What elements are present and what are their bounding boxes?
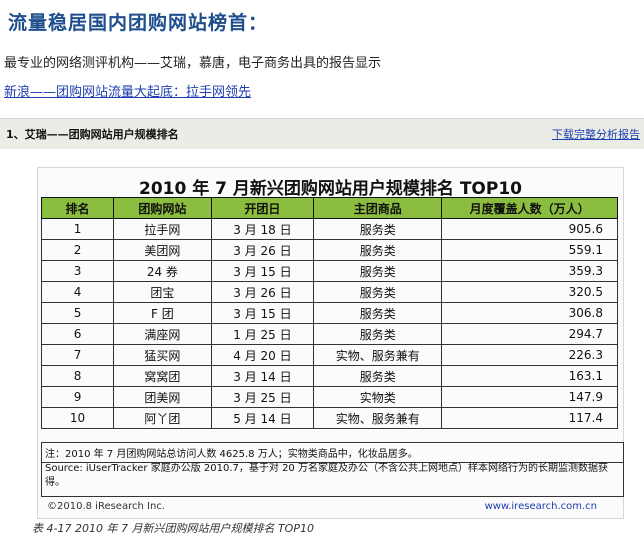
cell-site: 24 券 (113, 260, 212, 282)
cell-site: 阿丫团 (113, 407, 212, 429)
cell-site: 团宝 (113, 281, 212, 303)
table-row: 10 阿丫团 5 月 14 日实物、服务兼有 117.4 (40, 407, 618, 429)
header-monthly-reach: 月度覆盖人数（万人） (441, 197, 618, 219)
cell-main-goods: 服务类 (313, 365, 443, 387)
cell-site: 团美网 (113, 386, 212, 408)
cell-monthly-reach: 163.1 (441, 365, 618, 387)
cell-launch-date: 3 月 26 日 (210, 281, 315, 303)
table-row: 7 猛买网 4 月 20 日实物、服务兼有 226.3 (40, 344, 618, 366)
cell-launch-date: 3 月 14 日 (210, 365, 315, 387)
cell-launch-date: 1 月 25 日 (210, 323, 315, 345)
figure-caption: 表 4-17 2010 年 7 月新兴团购网站用户规模排名 TOP10 (32, 522, 314, 535)
header-launch-date: 开团日 (210, 197, 315, 219)
cell-site: 窝窝团 (113, 365, 212, 387)
website-url: www.iresearch.com.cn (484, 501, 597, 512)
cell-monthly-reach: 147.9 (441, 386, 618, 408)
table-row: 9 团美网 3 月 25 日实物类 147.9 (40, 386, 618, 408)
cell-rank: 9 (40, 386, 115, 408)
cell-launch-date: 3 月 18 日 (210, 218, 315, 240)
cell-launch-date: 4 月 20 日 (210, 344, 315, 366)
cell-main-goods: 服务类 (313, 323, 443, 345)
cell-site: 满座网 (113, 323, 212, 345)
table-row: 4 团宝 3 月 26 日服务类 320.5 (40, 281, 618, 303)
section-bar: 1、艾瑞——团购网站用户规模排名 下载完整分析报告 (0, 118, 644, 149)
header-site: 团购网站 (113, 197, 212, 219)
ranking-table: 排名 团购网站 开团日 主团商品 月度覆盖人数（万人） 1 拉手网 3 月 18 日… (40, 197, 618, 429)
cell-rank: 10 (40, 407, 115, 429)
ranking-figure: 2010 年 7 月新兴团购网站用户规模排名 TOP10 排名 团购网站 开团日… (37, 167, 624, 519)
table-row: 8 窝窝团 3 月 14 日服务类 163.1 (40, 365, 618, 387)
cell-rank: 7 (40, 344, 115, 366)
cell-site: 猛买网 (113, 344, 212, 366)
cell-rank: 2 (40, 239, 115, 261)
cell-main-goods: 服务类 (313, 260, 443, 282)
cell-main-goods: 服务类 (313, 281, 443, 303)
cell-rank: 4 (40, 281, 115, 303)
cell-monthly-reach: 905.6 (441, 218, 618, 240)
cell-monthly-reach: 559.1 (441, 239, 618, 261)
cell-monthly-reach: 294.7 (441, 323, 618, 345)
cell-rank: 1 (40, 218, 115, 240)
cell-launch-date: 3 月 26 日 (210, 239, 315, 261)
header-rank: 排名 (40, 197, 115, 219)
cell-rank: 8 (40, 365, 115, 387)
table-row: 1 拉手网 3 月 18 日服务类 905.6 (40, 218, 618, 240)
cell-monthly-reach: 306.8 (441, 302, 618, 324)
cell-monthly-reach: 359.3 (441, 260, 618, 282)
cell-monthly-reach: 117.4 (441, 407, 618, 429)
header-main-goods: 主团商品 (313, 197, 443, 219)
page-title: 流量稳居国内团购网站榜首： (8, 12, 269, 34)
table-row: 3 24 券3 月 15 日服务类 359.3 (40, 260, 618, 282)
table-row: 2 美团网 3 月 26 日服务类 559.1 (40, 239, 618, 261)
cell-rank: 3 (40, 260, 115, 282)
cell-main-goods: 服务类 (313, 302, 443, 324)
copyright: ©2010.8 iResearch Inc. (47, 501, 165, 512)
cell-main-goods: 实物、服务兼有 (313, 407, 443, 429)
cell-site: 美团网 (113, 239, 212, 261)
cell-site: 拉手网 (113, 218, 212, 240)
cell-rank: 6 (40, 323, 115, 345)
cell-launch-date: 3 月 15 日 (210, 260, 315, 282)
cell-monthly-reach: 226.3 (441, 344, 618, 366)
cell-main-goods: 服务类 (313, 218, 443, 240)
section-title: 1、艾瑞——团购网站用户规模排名 (6, 128, 179, 141)
cell-launch-date: 3 月 25 日 (210, 386, 315, 408)
cell-site: F 团 (113, 302, 212, 324)
table-row: 6 满座网 1 月 25 日服务类 294.7 (40, 323, 618, 345)
cell-launch-date: 3 月 15 日 (210, 302, 315, 324)
table-header-row: 排名 团购网站 开团日 主团商品 月度覆盖人数（万人） (40, 197, 618, 219)
cell-launch-date: 5 月 14 日 (210, 407, 315, 429)
page-subtitle: 最专业的网络测评机构——艾瑞，慕唐，电子商务出具的报告显示 (4, 56, 382, 71)
table-source: Source: iUserTracker 家庭办公版 2010.7，基于对 20… (41, 460, 624, 497)
cell-monthly-reach: 320.5 (441, 281, 618, 303)
download-report-link[interactable]: 下载完整分析报告 (552, 126, 640, 142)
cell-main-goods: 服务类 (313, 239, 443, 261)
cell-rank: 5 (40, 302, 115, 324)
cell-main-goods: 实物类 (313, 386, 443, 408)
cell-main-goods: 实物、服务兼有 (313, 344, 443, 366)
article-link[interactable]: 新浪——团购网站流量大起底：拉手网领先 (4, 81, 251, 100)
table-row: 5F 团3 月 15 日服务类 306.8 (40, 302, 618, 324)
table-title: 2010 年 7 月新兴团购网站用户规模排名 TOP10 (139, 179, 522, 199)
